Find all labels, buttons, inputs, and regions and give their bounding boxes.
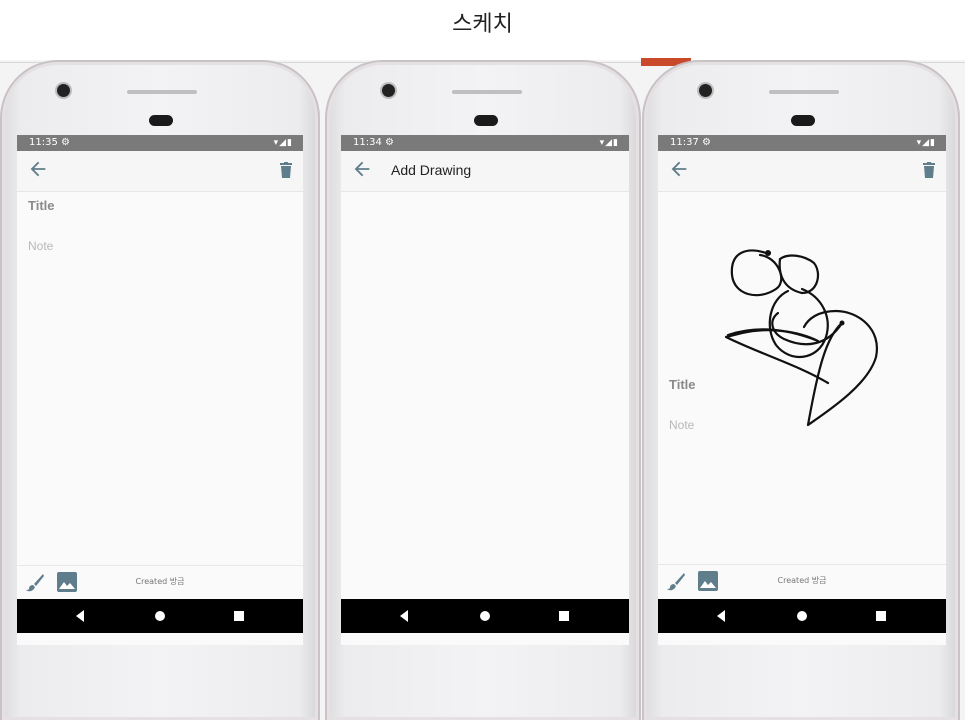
speaker-grille (127, 90, 197, 94)
android-nav-bar (658, 599, 946, 633)
phone-screen-1: 11:35 ⚙ ▾◢▮ Title Note Created 방금 (17, 135, 303, 645)
nav-recents-icon[interactable] (874, 609, 888, 623)
speaker-grille (769, 90, 839, 94)
gear-icon: ⚙ (61, 137, 70, 148)
nav-recents-icon[interactable] (232, 609, 246, 623)
drawing-canvas[interactable] (341, 192, 629, 599)
status-bar: 11:35 ⚙ ▾◢▮ (17, 135, 303, 151)
status-bar: 11:37 ⚙ ▾◢▮ (658, 135, 946, 151)
note-body-field[interactable]: Note (28, 239, 53, 253)
status-icons: ▾◢▮ (916, 138, 936, 148)
back-arrow-icon[interactable] (27, 158, 49, 180)
app-bar-title: Add Drawing (391, 162, 472, 178)
android-nav-bar (17, 599, 303, 633)
proximity-sensor (149, 115, 173, 126)
android-nav-bar (341, 599, 629, 633)
note-body-field[interactable]: Note (669, 418, 694, 432)
app-bar: Add Drawing (341, 151, 629, 192)
trash-icon[interactable] (279, 162, 293, 178)
sketch-drawing (724, 249, 879, 427)
phone-screen-3: 11:37 ⚙ ▾◢▮ Title Note Created 방금 (658, 135, 946, 645)
phone-screen-2: 11:34 ⚙ ▾◢▮ Add Drawing (341, 135, 629, 645)
phone-frame-2: 11:34 ⚙ ▾◢▮ Add Drawing (325, 60, 641, 720)
nav-back-icon[interactable] (714, 609, 728, 623)
nav-back-icon[interactable] (73, 609, 87, 623)
gear-icon: ⚙ (702, 137, 711, 148)
note-title-field[interactable]: Title (28, 198, 55, 213)
status-bar: 11:34 ⚙ ▾◢▮ (341, 135, 629, 151)
back-arrow-icon[interactable] (351, 158, 373, 180)
status-time: 11:34 (353, 137, 382, 148)
bottom-toolbar: Created 방금 (17, 565, 303, 600)
phone-frame-1: 11:35 ⚙ ▾◢▮ Title Note Created 방금 (0, 60, 320, 720)
app-bar (17, 151, 303, 192)
speaker-grille (452, 90, 522, 94)
nav-home-icon[interactable] (153, 609, 167, 623)
note-title-field[interactable]: Title (669, 377, 696, 392)
camera-icon (699, 84, 712, 97)
nav-recents-icon[interactable] (557, 609, 571, 623)
nav-home-icon[interactable] (795, 609, 809, 623)
proximity-sensor (791, 115, 815, 126)
page-title: 스케치 (452, 12, 513, 37)
back-arrow-icon[interactable] (668, 158, 690, 180)
created-label: Created 방금 (777, 576, 827, 585)
phone-frame-3: 11:37 ⚙ ▾◢▮ Title Note Created 방금 (642, 60, 960, 720)
app-bar (658, 151, 946, 192)
status-icons: ▾◢▮ (599, 138, 619, 148)
created-label: Created 방금 (135, 577, 185, 586)
camera-icon (382, 84, 395, 97)
camera-icon (57, 84, 70, 97)
nav-home-icon[interactable] (478, 609, 492, 623)
status-time: 11:37 (670, 137, 699, 148)
trash-icon[interactable] (922, 162, 936, 178)
status-icons: ▾◢▮ (273, 138, 293, 148)
status-time: 11:35 (29, 137, 58, 148)
nav-back-icon[interactable] (397, 609, 411, 623)
gear-icon: ⚙ (385, 137, 394, 148)
proximity-sensor (474, 115, 498, 126)
bottom-toolbar: Created 방금 (658, 564, 946, 599)
